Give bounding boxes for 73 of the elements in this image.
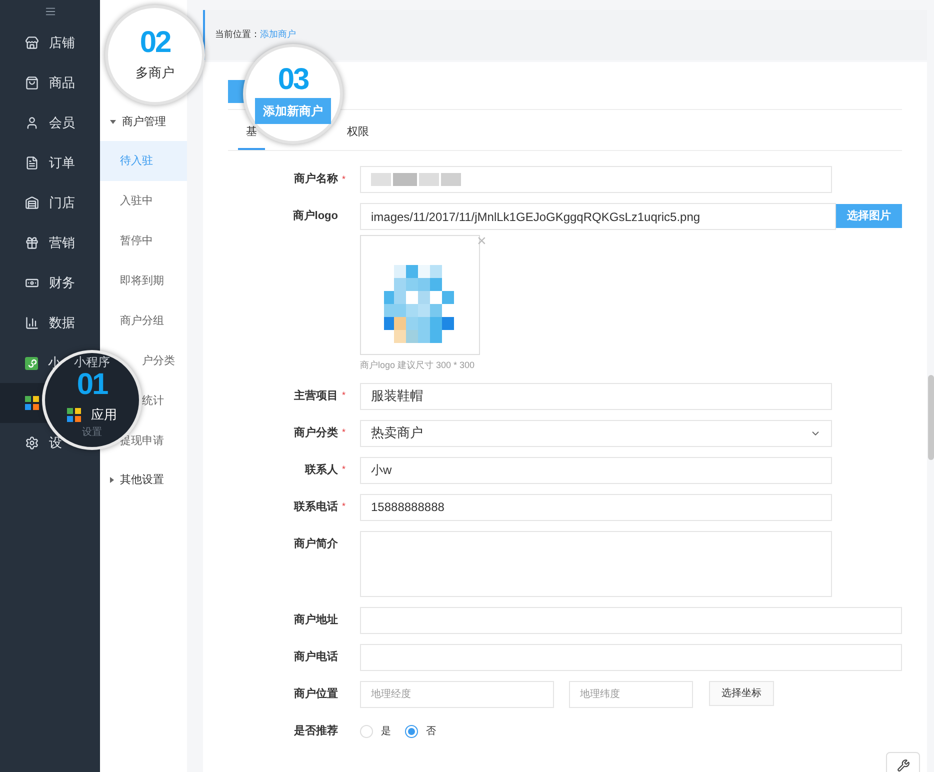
user-icon [25, 116, 39, 130]
wrench-icon [896, 758, 910, 772]
field-label: 商户logo [292, 208, 338, 224]
submenu-group[interactable]: 其他设置 [100, 461, 187, 499]
collapse-menu-icon[interactable] [44, 6, 56, 17]
field-label: 主营项目 [294, 388, 338, 404]
field-label: 商户分类 [294, 426, 338, 441]
radio-label: 是 [381, 724, 391, 738]
sidebar-item[interactable]: 财务 [0, 263, 100, 303]
required-mark: * [342, 172, 346, 186]
field-label: 商户名称 [294, 172, 338, 188]
text-field[interactable] [360, 166, 832, 193]
field-label: 联系电话 [294, 500, 338, 515]
required-mark: * [342, 389, 346, 402]
text-field[interactable]: 服装鞋帽 [360, 382, 832, 410]
bar-chart-icon [25, 316, 39, 330]
money-icon [25, 276, 39, 290]
submenu-item[interactable]: 暂停中 [100, 221, 187, 261]
magnified-label: 多商户 [136, 64, 174, 82]
field-label: 商户电话 [294, 650, 338, 665]
tab[interactable]: 权限 [339, 124, 377, 150]
mini-program-icon [25, 356, 38, 370]
field-hint: 商户logo 建议尺寸 300 * 300 [359, 359, 476, 372]
sidebar-item[interactable]: 会员 [0, 103, 100, 143]
textarea-field[interactable] [360, 530, 832, 596]
field-label: 商户位置 [294, 686, 338, 702]
scrollbar-thumb[interactable] [928, 375, 934, 460]
shop-icon [25, 196, 39, 210]
submenu-item[interactable]: 商户分组 [100, 301, 187, 341]
file-path-field[interactable]: images/11/2017/11/jMnlLk1GEJoGKggqRQKGsLz1uqric5.png [360, 203, 836, 230]
select-field[interactable]: 热卖商户 [360, 420, 832, 446]
step-number: 03 [278, 64, 308, 96]
required-mark: * [342, 500, 346, 514]
submenu-group[interactable]: 商户管理 [100, 103, 187, 141]
field-label: 商户地址 [294, 612, 338, 628]
magnified-label: 设置 [82, 426, 102, 439]
field-label: 商户简介 [294, 536, 338, 552]
radio-label: 否 [426, 724, 436, 738]
step-number: 01 [76, 369, 108, 402]
text-field[interactable] [360, 606, 902, 634]
sidebar-item[interactable]: 店铺 [0, 23, 100, 63]
text-field[interactable]: 15888888888 [360, 494, 832, 520]
sidebar-item[interactable]: 门店 [0, 183, 100, 223]
caret-right-icon [110, 477, 114, 483]
choose-coordinates-button[interactable]: 选择坐标 [709, 680, 774, 706]
sidebar-item[interactable]: 订单 [0, 143, 100, 183]
bag-icon [25, 76, 39, 90]
latitude-field[interactable]: 地理纬度 [569, 680, 693, 708]
caret-down-icon [110, 120, 116, 124]
step-number: 02 [140, 27, 170, 60]
required-mark: * [342, 426, 346, 440]
sidebar-item[interactable]: 商品 [0, 63, 100, 103]
magnified-label: 应用 [91, 406, 117, 424]
settings-icon [25, 436, 39, 450]
text-field[interactable] [360, 644, 902, 670]
apps-icon [25, 396, 39, 410]
text-field[interactable]: 小w [360, 456, 832, 484]
breadcrumb-label: 当前位置： [215, 28, 260, 42]
submenu-item[interactable]: 入驻中 [100, 181, 187, 221]
radio-button[interactable] [405, 724, 418, 738]
field-label: 是否推荐 [294, 724, 338, 739]
submenu-item[interactable]: 即将到期 [100, 261, 187, 301]
store-icon [25, 36, 39, 50]
tools-button[interactable] [886, 752, 920, 772]
field-label: 联系人 [305, 462, 338, 478]
sidebar-item[interactable]: 数据 [0, 303, 100, 343]
magnified-label: 小程序 [74, 355, 110, 370]
gift-icon [25, 236, 39, 250]
apps-icon [67, 408, 81, 422]
required-mark: * [342, 463, 346, 476]
document-icon [25, 156, 39, 170]
sidebar-item[interactable]: 营销 [0, 223, 100, 263]
longitude-field[interactable]: 地理经度 [360, 680, 554, 708]
